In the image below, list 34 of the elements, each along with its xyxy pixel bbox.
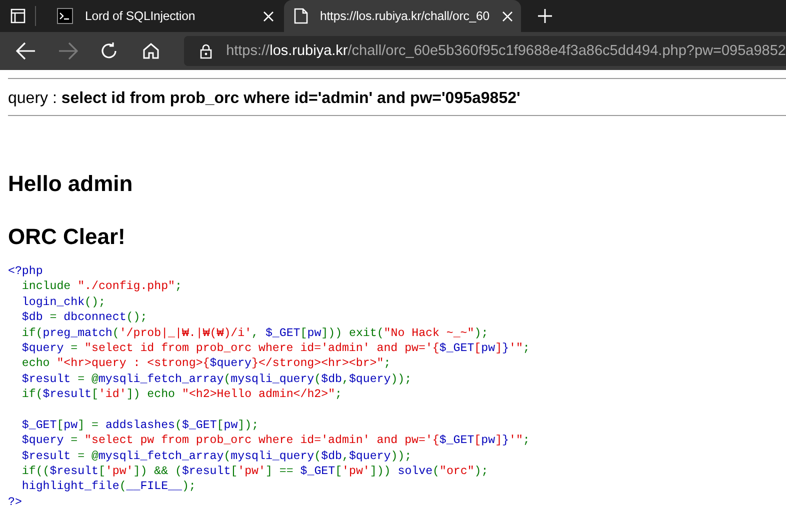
code-line: $query = "select id from prob_orc where id='admin' and pw='{$_GET[pw]}'"; [20, 340, 531, 356]
reload-icon[interactable] [100, 42, 118, 60]
terminal-icon [57, 8, 73, 24]
tab-title: Lord of SQLInjection [85, 9, 196, 23]
heading: ORC Clear! [8, 224, 126, 250]
code-line: $query = "select pw from prob_orc where id='admin' and pw='{$_GET[pw]}'"; [20, 433, 531, 449]
code-line: login_chk(); [20, 294, 106, 310]
home-icon[interactable] [142, 42, 160, 60]
close-icon[interactable] [502, 10, 513, 22]
url-text: https://los.rubiya.kr/chall/orc_60e5b360f95c1f9688e4f3a86c5dd494.php?pw=095a9852 [226, 43, 786, 59]
code-line: include "./config.php"; [20, 279, 183, 295]
tab-actions-icon[interactable] [10, 8, 26, 24]
code-line: $db = dbconnect(); [20, 310, 148, 326]
lock-icon [200, 44, 212, 58]
browser-tab[interactable]: https://los.rubiya.kr/chall/orc_60 [284, 0, 521, 32]
code-line: if($result['id']) echo "<h2>Hello admin</h2>"; [20, 387, 344, 403]
address-bar[interactable]: https://los.rubiya.kr/chall/orc_60e5b360f95c1f9688e4f3a86c5dd494.php?pw=095a9852 [184, 36, 786, 66]
close-icon[interactable] [263, 10, 274, 22]
code-line: <?php [8, 264, 44, 280]
code-line: $_GET[pw] = addslashes($_GET[pw]); [20, 418, 260, 434]
code-line: if(preg_match('/prob|_|₩.|₩(₩)/i', $_GET[pw])) exit("No Hack ~_~"); [20, 326, 490, 341]
back-arrow-icon[interactable] [16, 42, 36, 60]
code-line: highlight_file(__FILE__); [20, 479, 197, 495]
page-icon [294, 8, 308, 24]
heading: Hello admin [8, 171, 134, 197]
code-line: if(($result['pw']) && ($result['pw'] == $_GET['pw'])) solve("orc"); [20, 464, 490, 480]
code-line: $result = @mysqli_fetch_array(mysqli_query($db,$query)); [20, 372, 413, 388]
tab-title: https://los.rubiya.kr/chall/orc_60 [320, 9, 490, 23]
query-text: query : select id from prob_orc where id='admin' and pw='095a9852' [8, 89, 522, 109]
code-line: $result = @mysqli_fetch_array(mysqli_query($db,$query)); [20, 448, 413, 464]
code-line: echo "<hr>query : <strong>{$query}</strong><hr><br>"; [20, 356, 392, 372]
new-tab-icon[interactable] [537, 8, 553, 24]
code-line: ?> [8, 494, 23, 510]
browser-tab[interactable]: Lord of SQLInjection [47, 0, 284, 32]
